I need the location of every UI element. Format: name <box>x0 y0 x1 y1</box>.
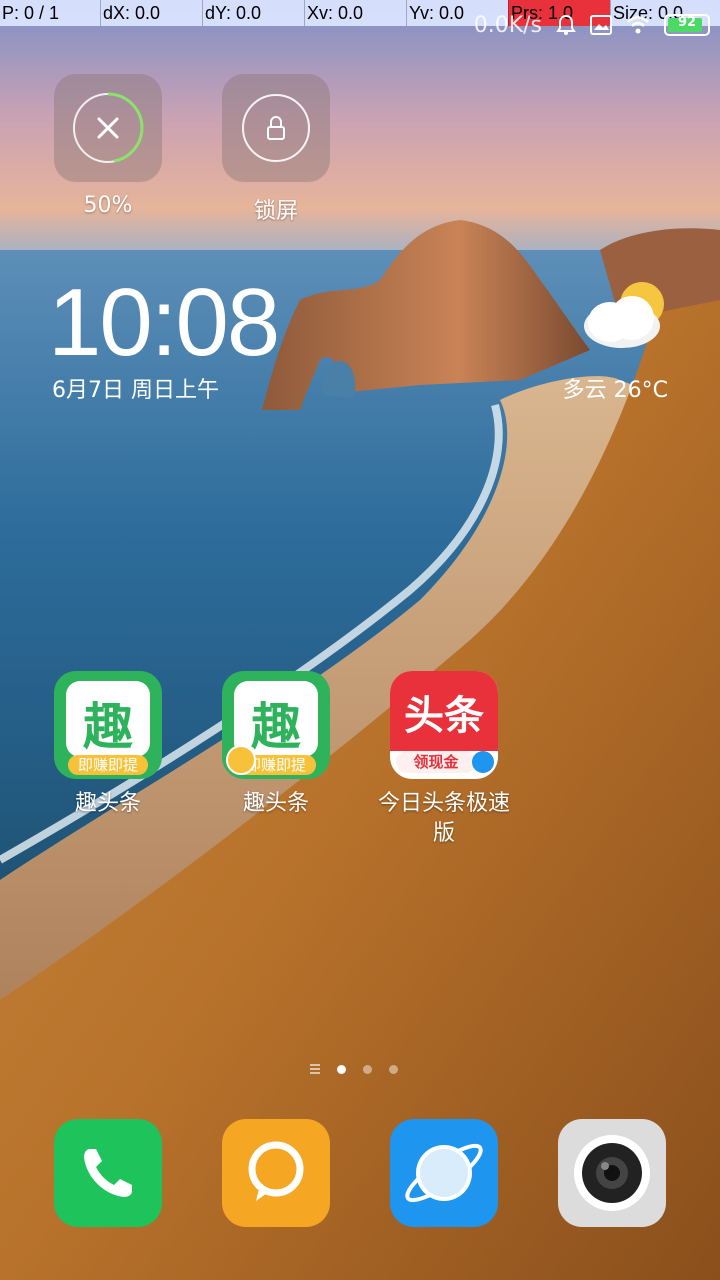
delta-x: dX: 0.0 <box>100 0 202 26</box>
app-qutoutiao-1[interactable]: 趣 即赚即提 趣头条 <box>33 671 183 819</box>
app-label: 趣头条 <box>74 791 141 816</box>
notification-bell-icon <box>556 14 576 36</box>
clock-time[interactable]: 10:08 <box>48 268 280 378</box>
menu-lines-icon <box>310 1064 320 1074</box>
browser-app[interactable] <box>390 1119 498 1227</box>
wallpaper <box>0 0 720 1280</box>
messages-icon <box>248 1141 304 1201</box>
clock-date: 6月7日 周日上午 <box>52 378 219 403</box>
x-velocity: Xv: 0.0 <box>304 0 406 26</box>
battery-icon: 92 <box>664 14 710 36</box>
qutoutiao-icon: 趣 即赚即提 <box>54 671 162 779</box>
messages-app[interactable] <box>222 1119 330 1227</box>
app-label: 今日头条极速版 <box>377 791 510 846</box>
delta-y: dY: 0.0 <box>202 0 304 26</box>
lock-icon <box>242 94 310 162</box>
app-icon-title: 头条 <box>404 693 484 739</box>
lock-screen-label: 锁屏 <box>253 199 298 224</box>
wifi-icon <box>626 15 650 35</box>
partly-cloudy-icon[interactable] <box>580 278 670 358</box>
pointer-count: P: 0 / 1 <box>2 3 60 23</box>
phone-icon <box>84 1149 132 1197</box>
toutiao-lite-icon: 头条 领现金 <box>390 671 498 779</box>
app-qutoutiao-2[interactable]: 趣 即赚即提 趣头条 <box>201 671 351 819</box>
clone-app-badge-icon <box>226 745 256 775</box>
app-toutiao-lite[interactable]: 头条 领现金 今日头条极速版 <box>369 671 519 849</box>
memory-percent-label: 50% <box>83 193 133 218</box>
browser-icon <box>405 1143 483 1203</box>
clean-memory-icon <box>73 92 144 163</box>
lightning-icon <box>472 751 494 773</box>
status-bar: 0.0K/s 92 <box>474 10 710 40</box>
page-dot <box>389 1064 398 1074</box>
phone-app[interactable] <box>54 1119 162 1227</box>
clean-memory-button[interactable] <box>54 74 162 182</box>
lock-screen-button[interactable] <box>222 74 330 182</box>
app-label: 趣头条 <box>242 791 309 816</box>
app-badge-text: 领现金 <box>396 751 476 773</box>
page-indicator[interactable] <box>310 1063 398 1075</box>
battery-level: 92 <box>677 15 697 30</box>
network-speed: 0.0K/s <box>473 12 542 38</box>
image-icon <box>590 15 612 35</box>
page-dot <box>363 1064 372 1074</box>
camera-app[interactable] <box>558 1119 666 1227</box>
page-dot-active <box>337 1064 346 1074</box>
app-badge-text: 即赚即提 <box>68 755 148 775</box>
weather-text: 多云 26°C <box>562 378 668 403</box>
qutoutiao-icon: 趣 即赚即提 <box>222 671 330 779</box>
camera-icon <box>574 1135 650 1211</box>
